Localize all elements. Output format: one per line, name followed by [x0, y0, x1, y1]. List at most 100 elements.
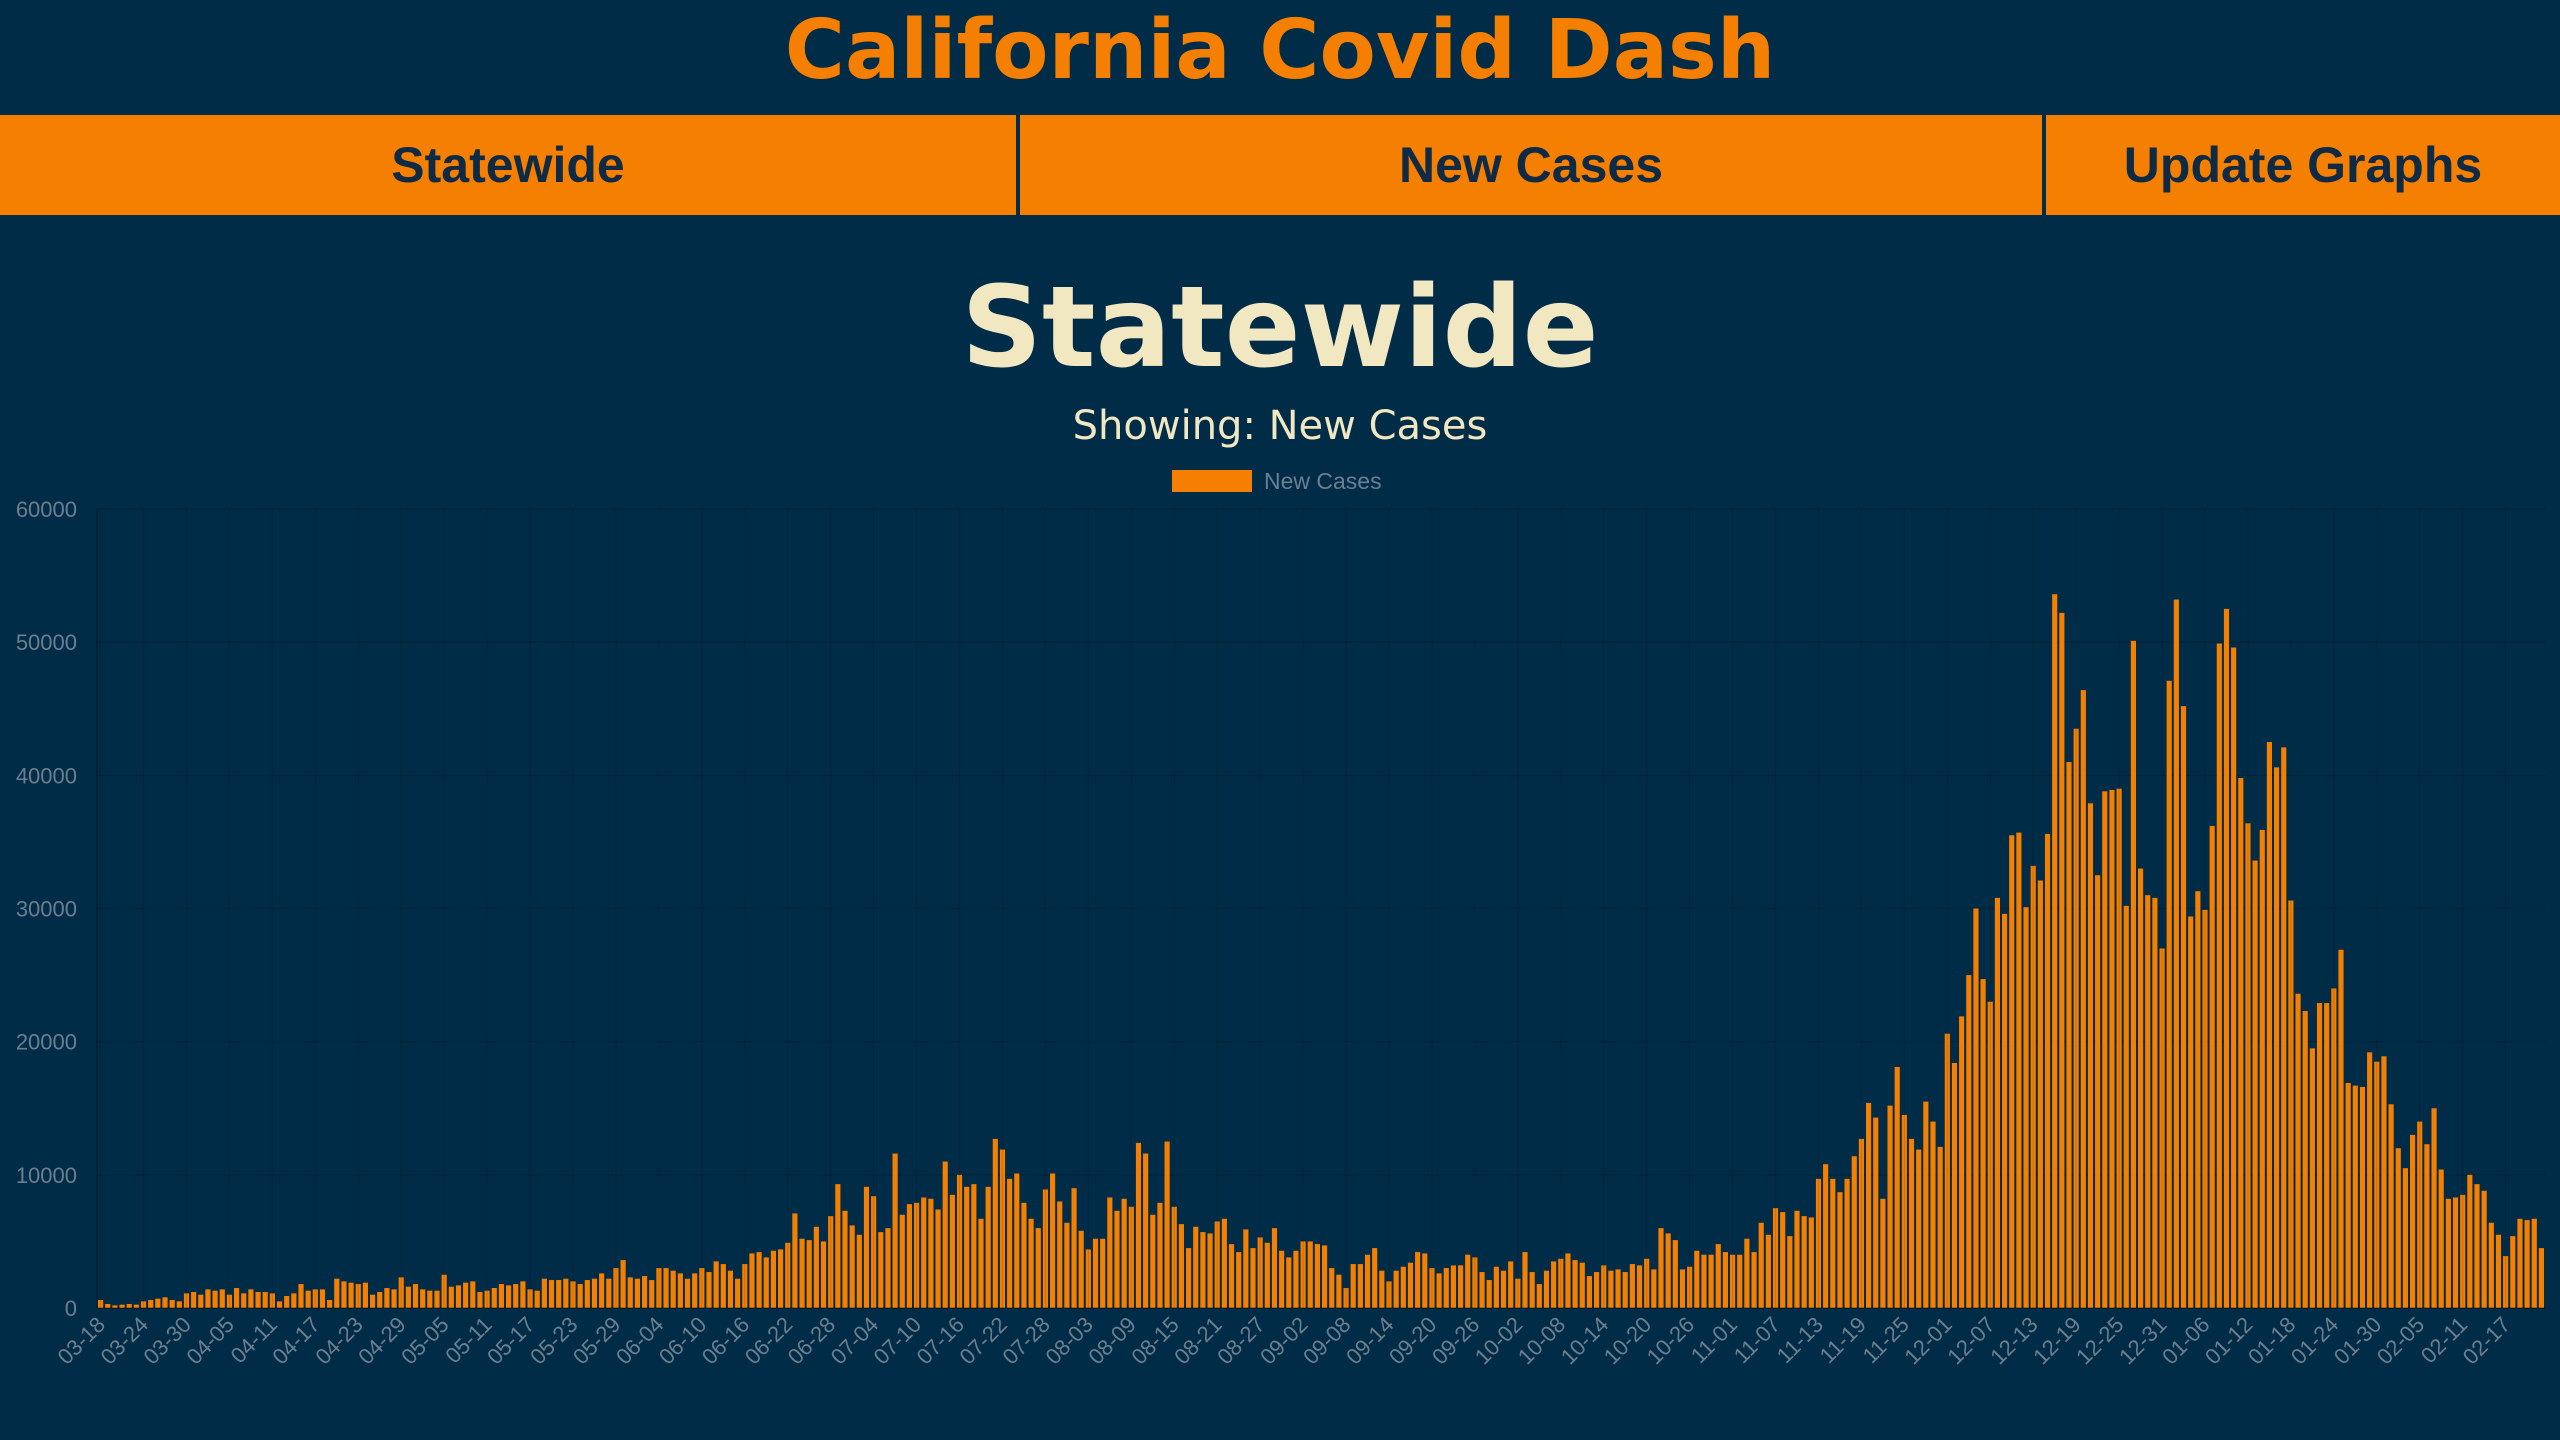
- bar: [248, 1289, 254, 1308]
- bar: [1529, 1272, 1535, 1308]
- bar: [1608, 1270, 1614, 1308]
- bar: [2316, 1003, 2323, 1308]
- bar: [1780, 1212, 1786, 1308]
- bar: [491, 1288, 497, 1308]
- bar: [1228, 1244, 1235, 1308]
- y-tick-label: 60000: [16, 497, 77, 522]
- x-tick-label: 12-01: [1899, 1312, 1956, 1369]
- app-title: California Covid Dash: [784, 3, 1776, 98]
- bar: [1329, 1268, 1335, 1308]
- bar: [2180, 706, 2187, 1308]
- bar: [1107, 1197, 1113, 1308]
- bar: [1350, 1264, 1356, 1308]
- bar: [849, 1225, 855, 1308]
- bar: [1873, 1117, 1879, 1308]
- bar: [1851, 1156, 1857, 1308]
- bar: [1114, 1210, 1120, 1308]
- x-tick-label: 01-12: [2200, 1312, 2257, 1369]
- bar: [470, 1281, 476, 1308]
- x-tick-label: 11-07: [1729, 1312, 1785, 1368]
- bar: [1493, 1266, 1499, 1308]
- bar: [577, 1284, 583, 1308]
- bar: [1737, 1254, 1743, 1308]
- bar: [584, 1280, 590, 1308]
- bar: [806, 1240, 812, 1308]
- bar: [1715, 1244, 1721, 1308]
- bar: [591, 1278, 598, 1308]
- bar: [2517, 1218, 2523, 1308]
- page-title: Statewide: [961, 263, 1599, 393]
- bar: [176, 1301, 182, 1308]
- bar: [949, 1194, 955, 1308]
- x-tick-label: 06-10: [654, 1312, 711, 1369]
- bar: [813, 1226, 819, 1308]
- bar: [727, 1270, 734, 1308]
- bar: [1658, 1228, 1664, 1308]
- bar: [2023, 907, 2029, 1308]
- bar: [1422, 1253, 1428, 1308]
- update-graphs-button[interactable]: Update Graphs: [2046, 115, 2560, 215]
- bar: [1594, 1272, 1600, 1308]
- bar: [792, 1213, 798, 1308]
- bar: [1951, 1062, 1958, 1308]
- bar: [2352, 1085, 2358, 1308]
- bar: [1744, 1238, 1750, 1308]
- bar: [1894, 1066, 1900, 1308]
- bar: [2438, 1169, 2444, 1308]
- bar: [928, 1198, 934, 1308]
- bar: [599, 1273, 605, 1308]
- bar: [391, 1289, 397, 1308]
- nav-bar: Statewide New Cases Update Graphs: [0, 115, 2560, 215]
- region-select-button[interactable]: Statewide: [0, 115, 1020, 215]
- bar: [1830, 1178, 1836, 1308]
- bar: [935, 1209, 941, 1308]
- bar: [1887, 1105, 1893, 1308]
- bar: [2510, 1236, 2516, 1308]
- bar: [1236, 1252, 1242, 1308]
- x-tick-label: 02-17: [2458, 1312, 2515, 1369]
- x-tick-label: 09-20: [1384, 1312, 1441, 1369]
- bar: [1679, 1269, 1686, 1308]
- bar: [835, 1184, 841, 1308]
- bar: [305, 1290, 311, 1308]
- bar: [448, 1286, 454, 1308]
- bar: [2238, 778, 2244, 1308]
- x-tick-label: 08-03: [1040, 1312, 1097, 1369]
- bar: [1708, 1254, 1714, 1308]
- bar: [2052, 594, 2058, 1308]
- bar: [1121, 1198, 1127, 1308]
- bar: [1765, 1234, 1771, 1308]
- bar: [1286, 1257, 1292, 1308]
- bar: [212, 1290, 218, 1308]
- bar: [2309, 1048, 2315, 1308]
- bar: [1701, 1254, 1707, 1308]
- x-tick-label: 03-30: [139, 1312, 196, 1369]
- y-tick-label: 40000: [16, 763, 77, 788]
- bar: [276, 1301, 283, 1308]
- bar: [506, 1285, 512, 1308]
- bar: [1500, 1270, 1507, 1308]
- bar: [1808, 1217, 1814, 1308]
- bar: [1908, 1138, 1915, 1308]
- x-tick-label: 09-26: [1427, 1312, 1484, 1369]
- metric-select-button[interactable]: New Cases: [1020, 115, 2046, 215]
- bar: [706, 1272, 712, 1308]
- x-tick-label: 01-30: [2329, 1312, 2386, 1369]
- x-tick-label: 06-22: [740, 1312, 797, 1369]
- bar: [1150, 1214, 1156, 1308]
- bar: [1522, 1252, 1528, 1308]
- bar: [2531, 1218, 2537, 1308]
- bar: [1458, 1265, 1464, 1308]
- bar: [856, 1234, 862, 1308]
- bar: [1314, 1244, 1320, 1308]
- bar: [1135, 1142, 1142, 1308]
- bar: [1372, 1248, 1378, 1308]
- bar: [1279, 1250, 1285, 1308]
- bar: [162, 1297, 168, 1308]
- x-tick-label: 02-11: [2416, 1312, 2472, 1368]
- x-tick-label: 05-29: [568, 1312, 625, 1369]
- bar: [548, 1280, 555, 1308]
- x-tick-label: 12-13: [1985, 1312, 2042, 1369]
- x-tick-label: 04-23: [310, 1312, 367, 1369]
- bar: [1207, 1233, 1213, 1308]
